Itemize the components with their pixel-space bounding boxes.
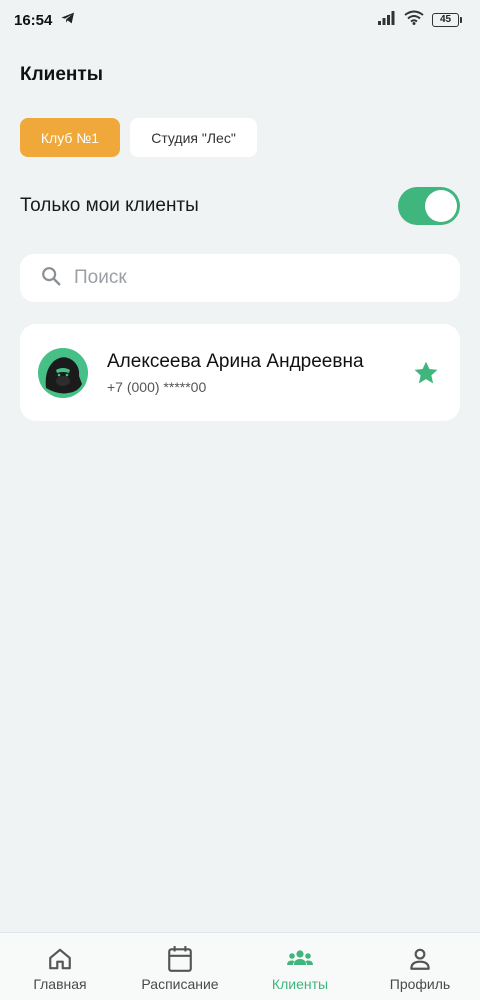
nav-schedule-label: Расписание (141, 976, 219, 992)
signal-icon (378, 10, 396, 30)
nav-profile[interactable]: Профиль (365, 945, 475, 992)
avatar (38, 347, 88, 398)
nav-schedule[interactable]: Расписание (125, 945, 235, 992)
nav-home[interactable]: Главная (5, 945, 115, 992)
club-chip-2[interactable]: Студия "Лес" (130, 118, 257, 157)
toggle-knob (425, 190, 457, 222)
my-clients-filter: Только мои клиенты (20, 186, 460, 226)
search-input[interactable] (74, 267, 434, 289)
nav-profile-label: Профиль (389, 976, 451, 992)
club-chip-1[interactable]: Клуб №1 (20, 118, 120, 157)
client-card[interactable]: Алексеева Арина Андреевна +7 (000) *****… (20, 324, 460, 421)
gorilla-logo-icon (38, 347, 88, 398)
search-bar[interactable] (20, 254, 460, 302)
nav-clients[interactable]: Клиенты (245, 945, 355, 992)
favorite-star-icon[interactable] (412, 359, 440, 387)
my-clients-toggle[interactable] (398, 187, 460, 225)
battery-level: 45 (432, 13, 459, 27)
wifi-icon (404, 10, 424, 30)
club-selector: Клуб №1 Студия "Лес" (20, 118, 257, 157)
bottom-nav: Главная Расписание Клиенты Профиль (0, 932, 480, 1000)
nav-home-label: Главная (33, 976, 87, 992)
profile-icon (407, 945, 433, 973)
page-title: Клиенты (20, 64, 103, 85)
battery-icon: 45 (432, 13, 462, 27)
calendar-icon (167, 945, 193, 973)
home-icon (47, 945, 73, 973)
client-info: Алексеева Арина Андреевна +7 (000) *****… (107, 351, 412, 395)
status-bar: 16:54 45 (0, 0, 480, 40)
users-icon (285, 945, 315, 973)
status-right: 45 (378, 10, 462, 30)
client-name: Алексеева Арина Андреевна (107, 350, 364, 372)
telegram-icon (60, 10, 76, 31)
client-phone: +7 (000) *****00 (107, 378, 207, 395)
my-clients-label: Только мои клиенты (20, 195, 199, 216)
status-time: 16:54 (14, 11, 53, 29)
nav-clients-label: Клиенты (271, 976, 329, 992)
search-icon (40, 265, 62, 292)
status-left: 16:54 (14, 10, 76, 31)
